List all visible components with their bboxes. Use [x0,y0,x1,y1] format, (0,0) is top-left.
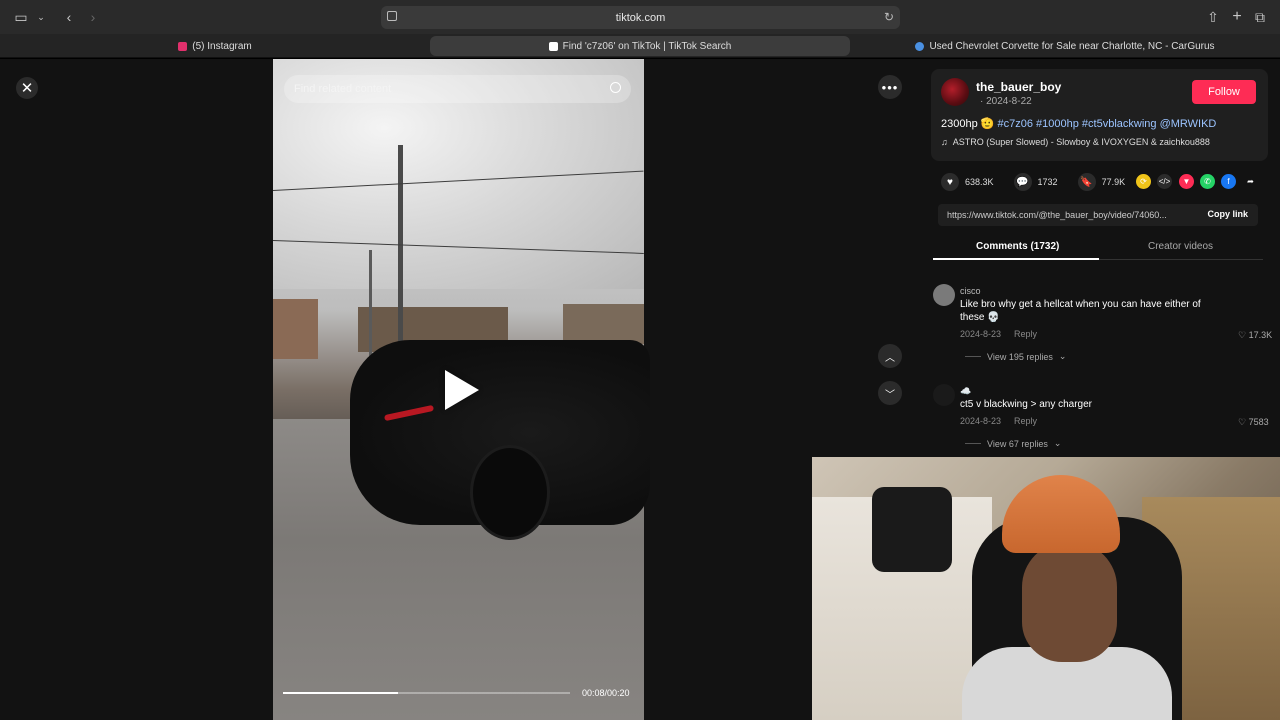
comment-count: 1732 [1037,177,1058,187]
facebook-icon[interactable]: f [1221,174,1236,189]
webcam-person-face [1022,542,1117,662]
comment-author[interactable]: ☁️ [960,386,971,397]
music-info[interactable]: ♫ ASTRO (Super Slowed) - Slowboy & IVOXY… [941,137,1210,147]
comment-date: 2024-8-23 [960,329,1002,339]
play-icon[interactable] [445,370,479,410]
view-replies-label: View 67 replies [987,438,1048,449]
address-bar[interactable]: tiktok.com ↻ [381,6,900,29]
divider [965,443,981,444]
tiktok-icon [548,41,558,51]
close-icon[interactable]: ✕ [16,77,38,99]
follow-button[interactable]: Follow [1192,80,1256,104]
tab-creator-videos[interactable]: Creator videos [1148,241,1213,252]
tab-label: Find 'c7z06' on TikTok | TikTok Search [562,40,732,52]
tab-label: Used Chevrolet Corvette for Sale near Ch… [929,40,1215,52]
more-icon[interactable]: ••• [878,75,902,99]
tab-instagram[interactable]: (5) Instagram [0,36,430,56]
comment-like[interactable]: ♡ 17.3K [1238,330,1272,341]
view-replies-label: View 195 replies [987,351,1053,362]
heart-icon: ♡ [1238,417,1249,427]
like-count: 638.3K [965,177,994,187]
comment-author[interactable]: cisco [960,286,981,296]
link-text: https://www.tiktok.com/@the_bauer_boy/vi… [947,210,1167,220]
comment-icon[interactable]: 💬 [1013,173,1032,191]
chevron-down-icon: ⌄ [1053,438,1062,448]
search-icon[interactable] [610,82,621,93]
instagram-icon [178,41,188,51]
share-arrow-icon[interactable]: ➦ [1243,174,1258,189]
cargurus-icon [915,41,925,51]
repost-icon[interactable]: ⟳ [1136,174,1151,189]
share-icon[interactable]: ⇧ [1204,9,1222,25]
embed-icon[interactable]: </> [1157,174,1172,189]
reply-button[interactable]: Reply [1014,329,1037,339]
view-replies-button[interactable]: View 195 replies ⌄ [965,351,1066,362]
video-wheel [470,445,550,540]
tab-overview-icon[interactable]: ⧉ [1251,9,1269,25]
search-placeholder: Find related content [294,83,392,95]
video-pole [398,145,403,360]
comment-like[interactable]: ♡ 7583 [1238,417,1269,428]
tab-label: (5) Instagram [192,40,252,52]
panel-tabs: Comments (1732) Creator videos [933,236,1263,260]
avatar[interactable] [941,78,969,106]
chevron-down-icon[interactable]: ﹀ [878,381,902,405]
back-icon[interactable]: ‹ [60,9,78,25]
chevron-down-icon: ⌄ [1058,351,1067,361]
reload-icon[interactable]: ↻ [884,10,894,24]
copy-link-button[interactable]: Copy link [1207,209,1248,219]
view-replies-button[interactable]: View 67 replies ⌄ [965,438,1061,449]
heart-icon: ♡ [1238,330,1249,340]
bookmark-icon[interactable]: 🔖 [1077,173,1096,191]
new-tab-icon[interactable]: + [1228,8,1246,25]
tab-cargurus[interactable]: Used Chevrolet Corvette for Sale near Ch… [850,36,1280,56]
username[interactable]: the_bauer_boy [976,80,1061,94]
reply-button[interactable]: Reply [1014,416,1037,426]
avatar[interactable] [933,384,955,406]
tab-underline [933,258,1099,260]
post-date: · 2024-8-22 [980,96,1032,107]
video-building [273,299,318,359]
related-search-input[interactable]: Find related content [284,75,631,103]
url-text: tiktok.com [615,11,666,24]
webcam-bag [872,487,952,572]
sidebar-toggle-icon[interactable]: ▭ [12,9,30,25]
progress-fill [283,692,398,694]
link-field[interactable]: https://www.tiktok.com/@the_bauer_boy/vi… [938,204,1258,226]
browser-toolbar: ▭ ⌄ ‹ › tiktok.com ↻ ⇧ + ⧉ [0,0,1280,34]
post-caption: 2300hp 🫡 #c7z06 #1000hp #ct5vblackwing @… [941,117,1216,130]
forward-icon[interactable]: › [84,9,102,25]
tab-comments[interactable]: Comments (1732) [976,241,1059,252]
save-count: 77.9K [1101,177,1126,187]
webcam-overlay [812,457,1280,720]
heart-icon[interactable]: ♥ [941,173,959,191]
video-progress-bar[interactable] [283,692,570,694]
chevron-down-icon[interactable]: ⌄ [32,9,50,25]
caption-text: 2300hp 🫡 [941,118,998,130]
music-title: ASTRO (Super Slowed) - Slowboy & IVOXYGE… [952,137,1210,147]
webcam-person-hat [1002,475,1120,553]
tab-bar: (5) Instagram Find 'c7z06' on TikTok | T… [0,34,1280,58]
tab-tiktok-search[interactable]: Find 'c7z06' on TikTok | TikTok Search [430,36,850,56]
comment-like-count: 7583 [1248,417,1269,427]
video-pole [369,250,372,360]
chevron-up-icon[interactable]: ︿ [878,344,902,368]
video-building [563,304,644,344]
divider [965,356,981,357]
comment-date: 2024-8-23 [960,416,1002,426]
comment-text: Like bro why get a hellcat when you can … [960,299,1201,323]
send-icon[interactable]: ▼ [1179,174,1194,189]
page-settings-icon[interactable] [387,11,397,21]
action-bar: ♥ 638.3K 💬 1732 🔖 77.9K [941,172,1125,192]
comment-text: ct5 v blackwing > any charger [960,399,1093,410]
music-note-icon: ♫ [941,137,948,147]
avatar[interactable] [933,284,955,306]
video-time: 00:08/00:20 [582,688,630,698]
whatsapp-icon[interactable]: ✆ [1200,174,1215,189]
comment-like-count: 17.3K [1248,330,1273,340]
caption-hashtags[interactable]: #c7z06 #1000hp #ct5vblackwing @MRWIKD [998,118,1217,130]
